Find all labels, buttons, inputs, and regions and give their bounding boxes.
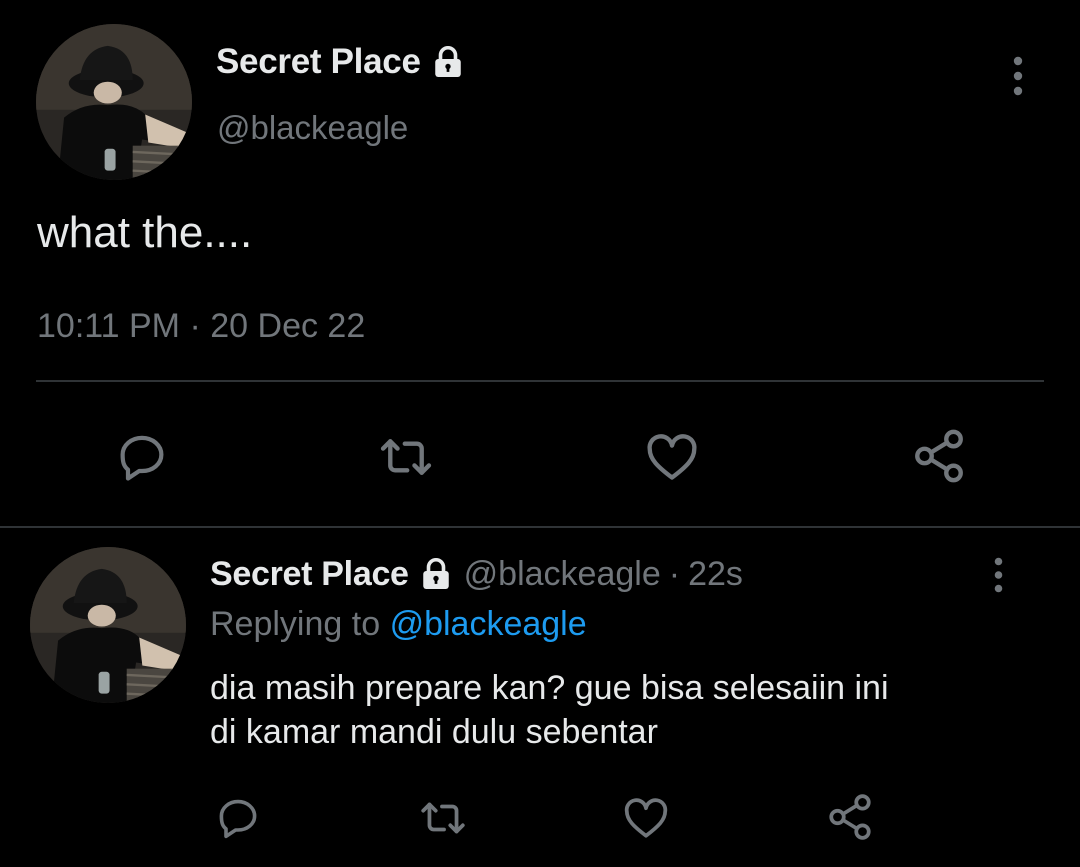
handle[interactable]: @blackeagle xyxy=(464,555,661,594)
timestamp-separator: · xyxy=(668,554,681,593)
retweet-icon[interactable] xyxy=(412,790,474,846)
tweet-date: 20 Dec 22 xyxy=(210,307,366,345)
more-vertical-icon[interactable] xyxy=(996,50,1040,102)
tweet-text: dia masih prepare kan? gue bisa selesaii… xyxy=(210,666,889,754)
heart-icon[interactable] xyxy=(640,425,704,489)
heart-icon[interactable] xyxy=(618,790,674,846)
replying-to-link[interactable]: @blackeagle xyxy=(390,605,587,643)
tweet-text: what the.... xyxy=(37,208,253,257)
tweet-text-line: di kamar mandi dulu sebentar xyxy=(210,713,658,751)
timestamp-separator: · xyxy=(189,307,201,345)
reply-icon[interactable] xyxy=(110,425,174,489)
avatar[interactable] xyxy=(36,24,192,180)
handle[interactable]: @blackeagle xyxy=(217,106,408,150)
replying-to: Replying to @blackeagle xyxy=(210,602,587,646)
avatar-image xyxy=(30,547,186,703)
avatar-image xyxy=(36,24,192,180)
timestamp[interactable]: 10:11 PM · 20 Dec 22 xyxy=(37,304,365,348)
reply-icon[interactable] xyxy=(210,790,266,846)
share-icon[interactable] xyxy=(822,788,878,846)
section-divider xyxy=(0,526,1080,528)
more-vertical-icon[interactable] xyxy=(976,552,1020,598)
lock-icon xyxy=(430,44,466,80)
tweet-age[interactable]: 22s xyxy=(688,555,743,594)
display-name[interactable]: Secret Place xyxy=(210,555,409,594)
avatar[interactable] xyxy=(30,547,186,703)
reply-header: Secret Place @blackeagle · 22s xyxy=(210,552,743,596)
lock-icon xyxy=(418,556,454,592)
replying-to-label: Replying to xyxy=(210,605,381,643)
retweet-icon[interactable] xyxy=(370,425,442,489)
tweet-text-line: dia masih prepare kan? gue bisa selesaii… xyxy=(210,669,889,707)
author-row: Secret Place xyxy=(216,40,466,84)
tweet-time: 10:11 PM xyxy=(37,307,181,345)
share-icon[interactable] xyxy=(906,423,972,489)
display-name[interactable]: Secret Place xyxy=(216,42,421,82)
divider xyxy=(36,380,1044,382)
